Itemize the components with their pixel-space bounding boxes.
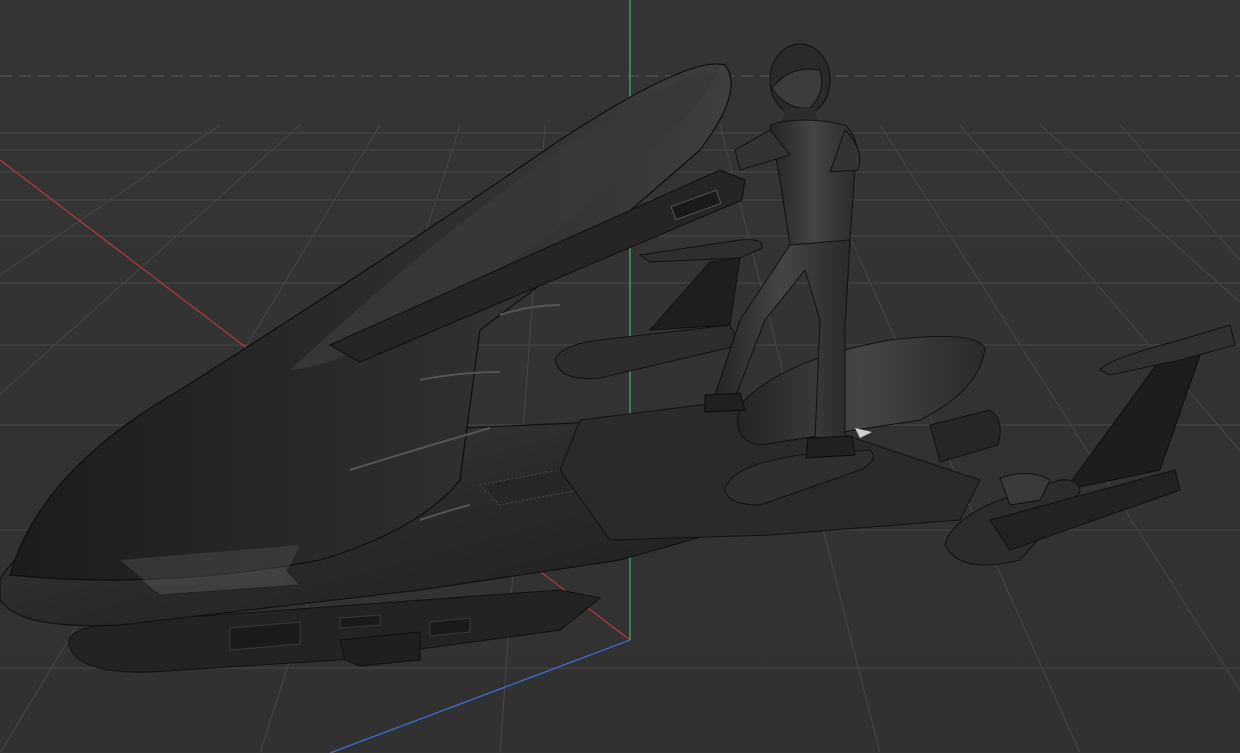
left-tail-fin [648, 257, 741, 331]
top-missile [638, 239, 763, 263]
3d-viewport[interactable] [0, 0, 1240, 753]
surfboard-vehicle[interactable] [0, 63, 1236, 673]
pod-marker [855, 428, 872, 438]
rear-engine [929, 409, 1001, 463]
viewport-canvas[interactable] [0, 0, 1240, 753]
right-tail-fin [1063, 354, 1201, 491]
left-pod [554, 324, 741, 380]
